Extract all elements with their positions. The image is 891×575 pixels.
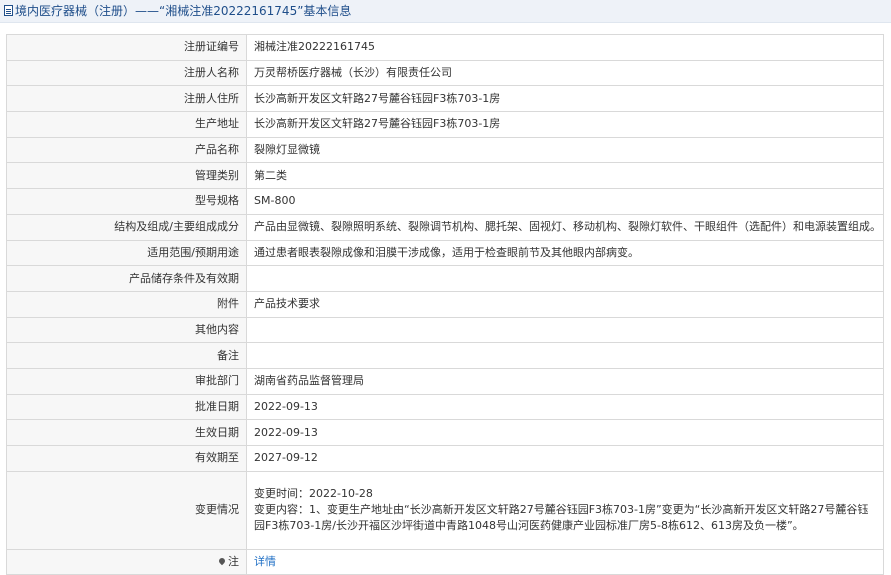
row-value (246, 342, 884, 369)
pin-icon (217, 556, 227, 566)
row-label: 型号规格 (6, 188, 247, 215)
row-label: 备注 (6, 342, 247, 369)
table-row: 注册人住所 长沙高新开发区文轩路27号麓谷钰园F3栋703-1房 (6, 85, 884, 113)
row-value: 湖南省药品监督管理局 (246, 367, 884, 395)
table-row: 生产地址 长沙高新开发区文轩路27号麓谷钰园F3栋703-1房 (6, 111, 884, 138)
change-time: 变更时间：2022-10-28 (254, 487, 373, 501)
table-row: 管理类别 第二类 (6, 162, 884, 190)
row-value: 2027-09-12 (246, 445, 884, 472)
change-details: 变更时间：2022-10-28 变更内容：1、变更生产地址由“长沙高新开发区文轩… (246, 470, 884, 550)
row-label: 管理类别 (6, 162, 247, 190)
row-label: 有效期至 (6, 445, 247, 472)
document-icon (4, 5, 13, 16)
table-row: 生效日期 2022-09-13 (6, 419, 884, 446)
table-row: 注册人名称 万灵帮桥医疗器械（长沙）有限责任公司 (6, 59, 884, 87)
row-label: 适用范围/预期用途 (6, 239, 247, 267)
table-row: 结构及组成/主要组成成分 产品由显微镜、裂隙照明系统、裂隙调节机构、腮托架、固视灯… (6, 213, 884, 241)
row-value (246, 316, 884, 344)
row-label: 其他内容 (6, 316, 247, 344)
row-value: 万灵帮桥医疗器械（长沙）有限责任公司 (246, 59, 884, 87)
row-value: 第二类 (246, 162, 884, 190)
row-value: 通过患者眼表裂隙成像和泪膜干涉成像，适用于检查眼前节及其他眼内部病变。 (246, 239, 884, 267)
table-row: 有效期至 2027-09-12 (6, 445, 884, 472)
row-value: 长沙高新开发区文轩路27号麓谷钰园F3栋703-1房 (246, 111, 884, 138)
table-row: 附件 产品技术要求 (6, 290, 884, 318)
table-row: 型号规格 SM-800 (6, 188, 884, 215)
row-value: 长沙高新开发区文轩路27号麓谷钰园F3栋703-1房 (246, 85, 884, 113)
row-label: 附件 (6, 290, 247, 318)
table-row: 产品名称 裂隙灯显微镜 (6, 136, 884, 164)
table-row: 批准日期 2022-09-13 (6, 393, 884, 421)
row-label: 结构及组成/主要组成成分 (6, 213, 247, 241)
table-row: 适用范围/预期用途 通过患者眼表裂隙成像和泪膜干涉成像，适用于检查眼前节及其他眼内… (6, 239, 884, 267)
row-value: SM-800 (246, 188, 884, 215)
row-label: 注 (228, 555, 239, 569)
row-value: 裂隙灯显微镜 (246, 136, 884, 164)
note-label-cell: 注 (6, 548, 247, 575)
info-table: 注册证编号 湘械注准20222161745 注册人名称 万灵帮桥医疗器械（长沙）有限责… (6, 34, 884, 575)
row-value: 2022-09-13 (246, 393, 884, 421)
table-row: 备注 (6, 342, 884, 369)
page-header: 境内医疗器械（注册）——“湘械注准20222161745”基本信息 (0, 0, 891, 23)
row-label: 生产地址 (6, 111, 247, 138)
row-label: 生效日期 (6, 419, 247, 446)
row-value (246, 265, 884, 292)
table-row: 注册证编号 湘械注准20222161745 (6, 34, 884, 61)
row-label: 产品名称 (6, 136, 247, 164)
table-row-note: 注 详情 (6, 548, 884, 575)
info-table-body: 注册证编号 湘械注准20222161745 注册人名称 万灵帮桥医疗器械（长沙）有限责… (6, 34, 884, 575)
row-label: 注册证编号 (6, 34, 247, 61)
table-row-change: 变更情况 变更时间：2022-10-28 变更内容：1、变更生产地址由“长沙高新… (6, 470, 884, 550)
page-title: 境内医疗器械（注册）——“湘械注准20222161745”基本信息 (15, 4, 352, 18)
note-value-cell: 详情 (246, 548, 884, 575)
row-label: 批准日期 (6, 393, 247, 421)
row-value: 湘械注准20222161745 (246, 34, 884, 61)
table-row: 产品储存条件及有效期 (6, 265, 884, 292)
row-label: 产品储存条件及有效期 (6, 265, 247, 292)
row-value: 产品由显微镜、裂隙照明系统、裂隙调节机构、腮托架、固视灯、移动机构、裂隙灯软件、… (246, 213, 884, 241)
table-row: 其他内容 (6, 316, 884, 344)
row-value: 产品技术要求 (246, 290, 884, 318)
row-label: 审批部门 (6, 367, 247, 395)
details-link[interactable]: 详情 (254, 555, 276, 568)
change-content: 变更内容：1、变更生产地址由“长沙高新开发区文轩路27号麓谷钰园F3栋703-1… (254, 503, 869, 533)
row-value: 2022-09-13 (246, 419, 884, 446)
row-label: 注册人住所 (6, 85, 247, 113)
table-row: 审批部门 湖南省药品监督管理局 (6, 367, 884, 395)
row-label: 变更情况 (6, 470, 247, 550)
row-label: 注册人名称 (6, 59, 247, 87)
